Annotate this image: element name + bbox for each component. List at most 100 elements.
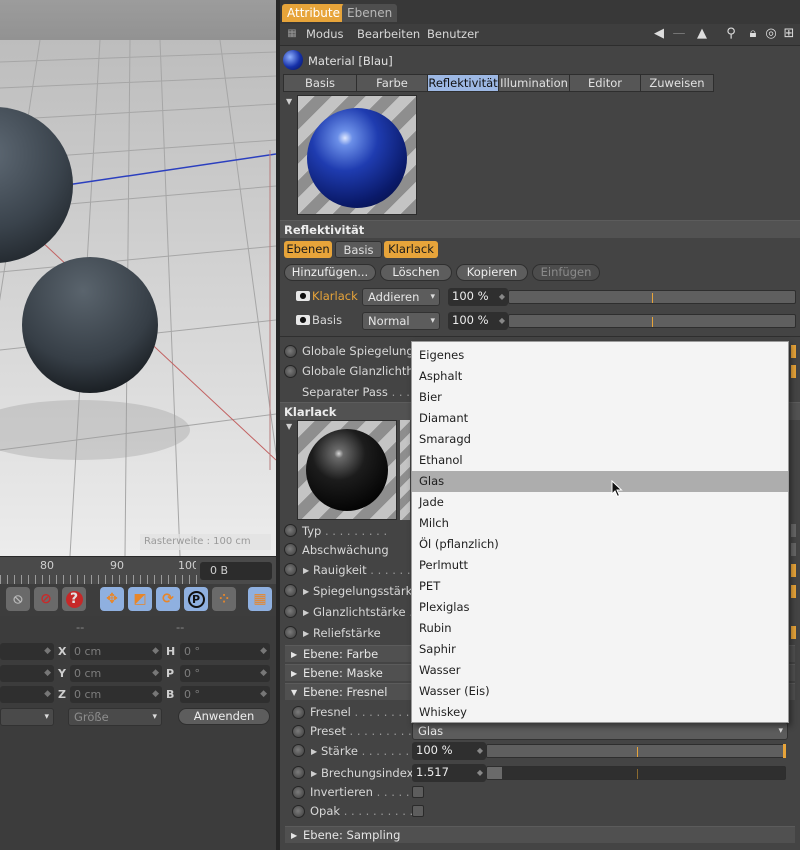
ior-field[interactable]: 1.517 ◆ (412, 764, 486, 782)
tab-layers[interactable]: Ebenen (342, 4, 398, 22)
coord-size-field[interactable]: 0 cm ◆ (70, 643, 162, 660)
layer-opacity-field[interactable]: 100 % ◆ (448, 288, 508, 306)
popup-item[interactable]: Perlmutt (412, 555, 788, 576)
animate-radio[interactable] (292, 786, 305, 799)
3d-viewport[interactable]: Rasterweite : 100 cm (0, 0, 276, 556)
tab-zuweisen[interactable]: Zuweisen (640, 74, 714, 92)
layer-name-basis[interactable]: Basis (312, 313, 342, 327)
animate-radio[interactable] (284, 524, 297, 537)
delete-layer-button[interactable]: Löschen (380, 264, 452, 281)
ior-slider[interactable] (486, 766, 786, 780)
preview-collapse-icon[interactable]: ▼ (286, 422, 292, 431)
strength-slider[interactable] (486, 744, 786, 758)
copy-layer-button[interactable]: Kopieren (456, 264, 528, 281)
film-icon[interactable]: ▦ (248, 587, 272, 611)
apply-button[interactable]: Anwenden (178, 708, 270, 725)
expand-icon[interactable]: ▶ (303, 566, 309, 575)
expand-icon[interactable]: ▶ (303, 629, 309, 638)
tab-layer-klarlack[interactable]: Klarlack (384, 241, 438, 258)
invert-checkbox[interactable] (412, 786, 424, 798)
opaque-checkbox[interactable] (412, 805, 424, 817)
target-icon[interactable]: ◎ (764, 27, 778, 41)
tab-layer-basis[interactable]: Basis (335, 241, 382, 258)
tab-ebenen[interactable]: Ebenen (284, 241, 332, 258)
layer-opacity-slider[interactable] (508, 314, 796, 328)
strength-field[interactable]: 100 % ◆ (412, 742, 486, 760)
lock-icon[interactable]: 🔒︎ (746, 27, 760, 41)
tab-farbe[interactable]: Farbe (356, 74, 428, 92)
popup-item[interactable]: Whiskey (412, 702, 788, 723)
popup-item[interactable]: Öl (pflanzlich) (412, 534, 788, 555)
animate-radio[interactable] (284, 563, 297, 576)
animate-radio[interactable] (284, 584, 297, 597)
popup-item[interactable]: Milch (412, 513, 788, 534)
popup-item[interactable]: Wasser (Eis) (412, 681, 788, 702)
timeline[interactable]: 80 90 100 0 B (0, 556, 276, 585)
coord-position-field[interactable]: ◆ (0, 665, 54, 682)
tab-editor[interactable]: Editor (569, 74, 641, 92)
animate-radio[interactable] (292, 766, 305, 779)
popup-item[interactable]: Asphalt (412, 366, 788, 387)
animate-radio[interactable] (284, 365, 297, 378)
animate-radio[interactable] (284, 605, 297, 618)
add-layer-button[interactable]: Hinzufügen... (284, 264, 376, 281)
current-frame-field[interactable]: 0 B (200, 562, 272, 580)
grip-icon[interactable]: ▦ (285, 27, 299, 41)
animate-radio[interactable] (284, 345, 297, 358)
popup-item[interactable]: Saphir (412, 639, 788, 660)
popup-item[interactable]: Jade (412, 492, 788, 513)
layer-preview[interactable] (297, 420, 397, 520)
layer-name-klarlack[interactable]: Klarlack (312, 289, 358, 303)
coord-position-field[interactable]: ◆ (0, 643, 54, 660)
points-icon[interactable]: ⁘ (212, 587, 236, 611)
popup-item[interactable]: Eigenes (412, 345, 788, 366)
coord-rotation-field[interactable]: 0 ° ◆ (180, 665, 270, 682)
coord-size-field[interactable]: 0 cm ◆ (70, 686, 162, 703)
animate-radio[interactable] (284, 626, 297, 639)
popup-item[interactable]: Plexiglas (412, 597, 788, 618)
up-arrow-icon[interactable]: ▲ (695, 27, 709, 41)
menu-mode[interactable]: Modus (306, 27, 344, 41)
tab-basis[interactable]: Basis (283, 74, 357, 92)
menu-user[interactable]: Benutzer (427, 27, 479, 41)
animate-radio[interactable] (292, 725, 305, 738)
coord-size-field[interactable]: 0 cm ◆ (70, 665, 162, 682)
preview-collapse-icon[interactable]: ▼ (286, 97, 292, 106)
coord-mode-dropdown[interactable]: ▾ (0, 708, 54, 726)
popup-item[interactable]: PET (412, 576, 788, 597)
animate-radio[interactable] (292, 744, 305, 757)
coord-position-field[interactable]: ◆ (0, 686, 54, 703)
animate-radio[interactable] (284, 543, 297, 556)
popup-item[interactable]: Glas (412, 471, 788, 492)
eye-icon[interactable]: ● (296, 315, 310, 325)
help-icon[interactable]: ? (62, 587, 86, 611)
popup-item[interactable]: Diamant (412, 408, 788, 429)
expand-icon[interactable]: ▶ (311, 769, 317, 778)
record-icon[interactable]: ⊘ (34, 587, 58, 611)
search-icon[interactable]: ⚲ (724, 27, 738, 41)
animate-radio[interactable] (292, 706, 305, 719)
layer-blend-dropdown[interactable]: Addieren ▾ (362, 288, 440, 306)
layer-blend-dropdown[interactable]: Normal ▾ (362, 312, 440, 330)
expand-icon[interactable]: ▶ (303, 608, 309, 617)
back-arrow-icon[interactable]: ◀ (652, 27, 666, 41)
tab-attribute[interactable]: Attribute (282, 4, 345, 22)
popup-item[interactable]: Rubin (412, 618, 788, 639)
popup-item[interactable]: Bier (412, 387, 788, 408)
layer-opacity-slider[interactable] (508, 290, 796, 304)
expand-icon[interactable]: ▶ (303, 587, 309, 596)
eye-icon[interactable]: ● (296, 291, 310, 301)
group-ebene-sampling[interactable]: ▶ Ebene: Sampling (285, 826, 795, 843)
tab-illumination[interactable]: Illumination (498, 74, 570, 92)
popup-item[interactable]: Smaragd (412, 429, 788, 450)
move-icon[interactable]: ✥ (100, 587, 124, 611)
material-preview[interactable] (297, 95, 417, 215)
scale-icon[interactable]: ◩ (128, 587, 152, 611)
new-panel-icon[interactable]: ⊞ (782, 27, 796, 41)
coord-rotation-field[interactable]: 0 ° ◆ (180, 686, 270, 703)
scene-icon[interactable]: ⦸ (6, 587, 30, 611)
layer-opacity-field[interactable]: 100 % ◆ (448, 312, 508, 330)
animate-radio[interactable] (292, 805, 305, 818)
preset-dropdown[interactable]: Glas ▾ (412, 722, 788, 740)
size-mode-dropdown[interactable]: Größe ▾ (68, 708, 162, 726)
